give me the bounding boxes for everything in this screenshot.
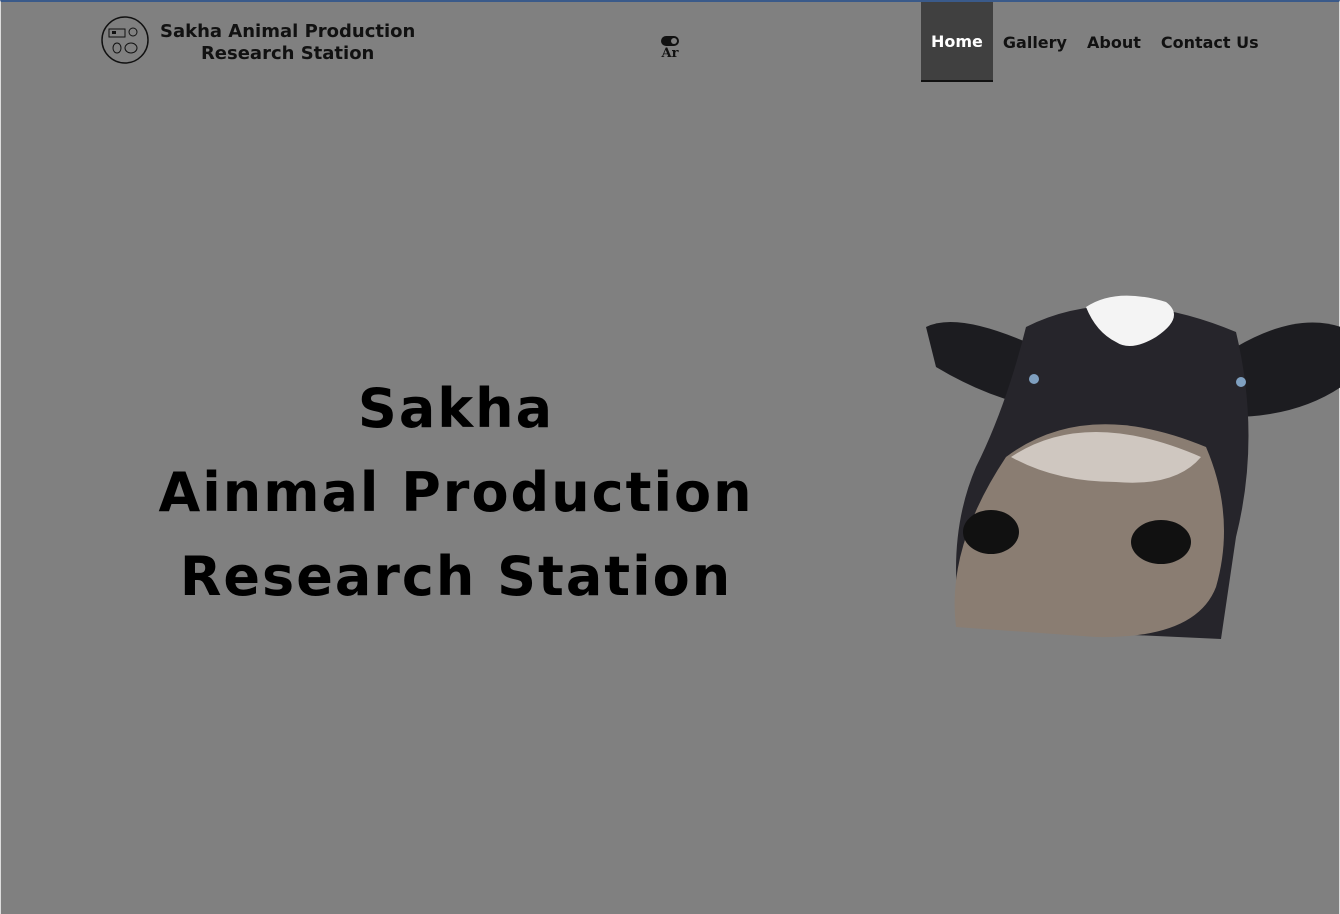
language-label: Ar — [661, 46, 679, 61]
hero-line-1: Sakha — [357, 377, 555, 440]
hero-line-2: Ainmal Production — [158, 461, 754, 524]
nav-about[interactable]: About — [1077, 2, 1151, 82]
nav-contact-us[interactable]: Contact Us — [1151, 2, 1269, 82]
brand-line-2: Research Station — [200, 43, 375, 64]
nav-home[interactable]: Home — [921, 2, 993, 82]
brand-line-1: Sakha Animal Production — [160, 21, 416, 42]
language-toggle[interactable]: Ar — [661, 36, 679, 61]
station-logo — [101, 16, 149, 64]
cow-image — [926, 295, 1340, 639]
brand-name[interactable]: Sakha Animal Production Research Station — [160, 21, 415, 65]
main-nav: Home Gallery About Contact Us — [921, 2, 1269, 82]
toggle-switch-icon[interactable] — [661, 36, 679, 46]
nav-gallery[interactable]: Gallery — [993, 2, 1077, 82]
hero-title: Sakha Ainmal Production Research Station — [116, 367, 796, 619]
hero-line-3: Research Station — [179, 545, 733, 608]
